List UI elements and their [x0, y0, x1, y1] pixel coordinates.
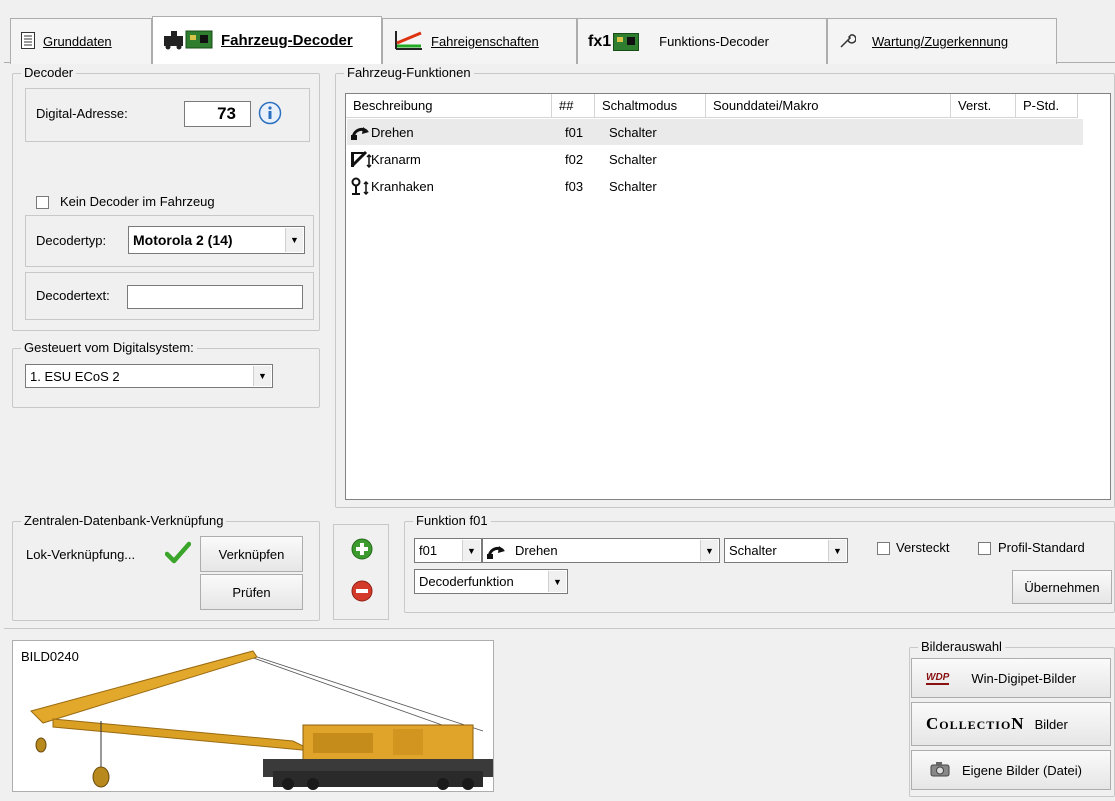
tab-fahreigenschaften-label: Fahreigenschaften — [431, 34, 539, 49]
function-type-value: Decoderfunktion — [419, 574, 514, 589]
row-mode: Schalter — [609, 151, 657, 167]
vehicle-image: BILD0240 — [12, 640, 494, 792]
checkmark-icon — [164, 541, 192, 568]
chevron-down-icon[interactable]: ▼ — [548, 571, 566, 592]
tab-grunddaten[interactable]: Grunddaten — [10, 18, 152, 64]
own-images-button[interactable]: Eigene Bilder (Datei) — [911, 750, 1111, 790]
row-mode: Schalter — [609, 124, 657, 140]
wdp-logo-icon: WDP — [926, 671, 950, 685]
function-edit-group: Funktion f01 — [404, 513, 1115, 613]
row-description: Kranhaken — [371, 178, 434, 194]
central-db-group-label: Zentralen-Datenbank-Verknüpfung — [21, 513, 227, 528]
row-number: f02 — [565, 151, 584, 167]
function-description-select[interactable]: Drehen ▼ — [482, 538, 720, 563]
function-mode-value: Schalter — [729, 543, 777, 558]
tab-funktions-decoder[interactable]: fx1 Funktions-Decoder — [577, 18, 827, 64]
tab-fahreigenschaften[interactable]: Fahreigenschaften — [382, 18, 577, 64]
function-number-select[interactable]: f01 ▼ — [414, 538, 482, 563]
row-mode: Schalter — [609, 178, 657, 194]
column-header-verst[interactable]: Verst. — [951, 94, 1016, 118]
wdp-images-button[interactable]: WDP Win-Digipet-Bilder — [911, 658, 1111, 698]
locomotive-decoder-icon — [163, 28, 213, 54]
no-decoder-label: Kein Decoder im Fahrzeug — [60, 194, 215, 209]
decoder-type-value: Motorola 2 (14) — [133, 232, 233, 248]
document-list-icon — [21, 31, 35, 52]
row-number: f03 — [565, 178, 584, 194]
wrench-icon — [838, 31, 857, 52]
functions-group-label: Fahrzeug-Funktionen — [344, 65, 474, 80]
hidden-checkbox[interactable] — [877, 542, 890, 555]
tab-fahrzeug-decoder[interactable]: Fahrzeug-Decoder — [152, 16, 382, 64]
rotate-icon — [350, 119, 372, 145]
column-header-pstd[interactable]: P-Std. — [1016, 94, 1078, 118]
table-row[interactable]: Drehen f01 Schalter — [347, 119, 1083, 145]
column-header-number[interactable]: ## — [552, 94, 595, 118]
table-row[interactable]: Kranarm f02 Schalter — [347, 146, 1083, 172]
add-icon[interactable] — [351, 538, 373, 560]
decoder-text-label: Decodertext: — [36, 288, 110, 303]
profile-standard-label: Profil-Standard — [998, 540, 1085, 555]
chevron-down-icon[interactable]: ▼ — [285, 228, 303, 252]
chevron-down-icon[interactable]: ▼ — [253, 366, 271, 386]
decoder-group-label: Decoder — [21, 65, 77, 80]
link-button[interactable]: Verknüpfen — [200, 536, 303, 572]
profile-standard-checkbox[interactable] — [978, 542, 991, 555]
crane-wagon-image — [30, 650, 493, 790]
function-edit-group-label: Funktion f01 — [413, 513, 491, 528]
collection-images-label: Bilder — [1034, 716, 1068, 732]
digital-system-value: 1. ESU ECoS 2 — [30, 368, 120, 384]
digital-system-select[interactable]: 1. ESU ECoS 2 ▼ — [25, 364, 273, 388]
digital-system-group-label: Gesteuert vom Digitalsystem: — [21, 340, 197, 355]
row-description: Drehen — [371, 124, 414, 140]
decoder-text-input[interactable] — [127, 285, 303, 309]
tab-funktions-decoder-label: Funktions-Decoder — [659, 34, 769, 49]
tab-grunddaten-label: Grunddaten — [43, 34, 112, 49]
row-number: f01 — [565, 124, 584, 140]
decoder-type-label: Decodertyp: — [36, 233, 107, 248]
own-images-label: Eigene Bilder (Datei) — [962, 762, 1082, 778]
function-mode-select[interactable]: Schalter ▼ — [724, 538, 848, 563]
crane-hook-icon — [350, 173, 372, 199]
camera-icon — [930, 761, 950, 780]
function-type-select[interactable]: Decoderfunktion ▼ — [414, 569, 568, 594]
table-row[interactable]: Kranhaken f03 Schalter — [347, 173, 1083, 199]
chevron-down-icon[interactable]: ▼ — [462, 540, 480, 561]
check-button[interactable]: Prüfen — [200, 574, 303, 610]
no-decoder-checkbox[interactable] — [36, 196, 49, 209]
hidden-label: Versteckt — [896, 540, 950, 555]
decoder-type-select[interactable]: Motorola 2 (14) ▼ — [128, 226, 305, 254]
functions-list[interactable]: Beschreibung ## Schaltmodus Sounddatei/M… — [345, 93, 1111, 500]
address-input[interactable]: 73 — [184, 101, 251, 127]
tab-wartung[interactable]: Wartung/Zugerkennung — [827, 18, 1057, 64]
row-description: Kranarm — [371, 151, 421, 167]
tab-bar: Grunddaten Fahrzeug-Decoder Fahreigensch… — [10, 16, 1090, 64]
tab-wartung-label: Wartung/Zugerkennung — [872, 34, 1009, 49]
function-description-value: Drehen — [515, 543, 558, 558]
divider — [4, 628, 1115, 629]
function-number-value: f01 — [419, 543, 438, 558]
collection-images-button[interactable]: CollectioN Bilder — [911, 702, 1111, 746]
collection-logo-icon: CollectioN — [926, 714, 1025, 733]
chevron-down-icon[interactable]: ▼ — [828, 540, 846, 561]
tab-fahrzeug-decoder-label: Fahrzeug-Decoder — [221, 32, 353, 49]
wdp-images-label: Win-Digipet-Bilder — [971, 670, 1077, 686]
fx1-label: fx1 — [588, 32, 612, 50]
remove-icon[interactable] — [351, 580, 373, 602]
crane-arm-icon — [350, 146, 372, 172]
speed-curve-icon — [393, 29, 423, 54]
chevron-down-icon[interactable]: ▼ — [700, 540, 718, 561]
fx1-decoder-icon: fx1 — [588, 32, 640, 51]
rotate-icon — [486, 542, 506, 563]
column-header-sounddatei[interactable]: Sounddatei/Makro — [706, 94, 951, 118]
column-header-schaltmodus[interactable]: Schaltmodus — [595, 94, 706, 118]
column-header-beschreibung[interactable]: Beschreibung — [346, 94, 552, 118]
address-label: Digital-Adresse: — [36, 106, 128, 121]
info-icon[interactable] — [258, 101, 282, 125]
lok-link-label: Lok-Verknüpfung... — [26, 547, 136, 562]
apply-button[interactable]: Übernehmen — [1012, 570, 1112, 604]
image-select-group-label: Bilderauswahl — [918, 639, 1005, 654]
